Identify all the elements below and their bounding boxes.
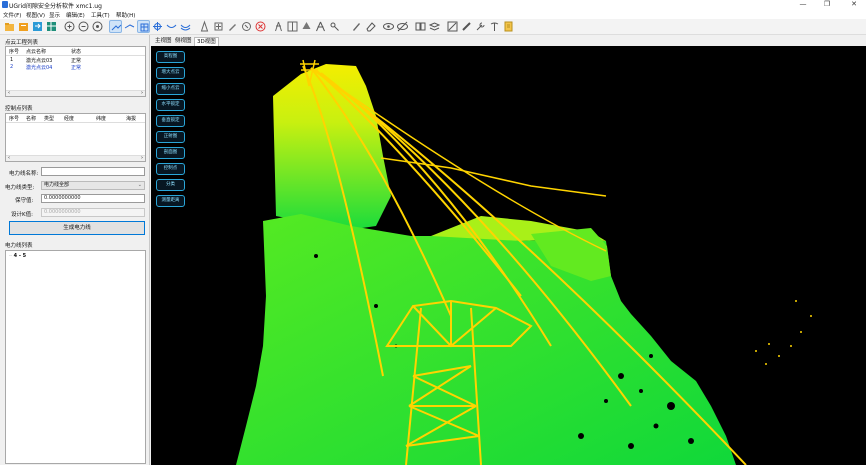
chevron-down-icon: ⌄	[137, 182, 142, 188]
open-folder-icon[interactable]	[17, 20, 30, 33]
point-cloud-table: 序号 点云名称 状态 1 激光点云03 正常 2 激光点云04 正常 ‹ ›	[5, 46, 146, 97]
tower-2-icon[interactable]	[272, 20, 285, 33]
horizontal-lock-button[interactable]: 水平锁定	[156, 99, 185, 111]
pan-icon[interactable]	[109, 20, 122, 33]
tab-side-view[interactable]: 侧视图	[173, 37, 194, 46]
split-icon[interactable]	[286, 20, 299, 33]
select-icon[interactable]	[123, 20, 136, 33]
control-point-scrollbar[interactable]: ‹ ›	[6, 155, 145, 161]
menu-display[interactable]: 显示	[49, 11, 60, 19]
enlarge-points-button[interactable]: 增大点云	[156, 67, 185, 79]
line-type-select[interactable]: 电力线全部 ⌄	[41, 181, 145, 190]
minimize-button[interactable]: —	[794, 0, 812, 10]
line-list-section-title: 电力线列表	[5, 243, 33, 249]
col-name: 点云名称	[26, 49, 47, 55]
menu-edit[interactable]: 编辑(E)	[66, 11, 85, 19]
new-project-icon[interactable]	[3, 20, 16, 33]
remove-icon[interactable]	[226, 20, 239, 33]
delete-icon[interactable]	[254, 20, 267, 33]
design-k-label: 设计K值:	[11, 212, 33, 218]
line-type-value: 电力线全部	[44, 182, 70, 188]
layers-icon[interactable]	[428, 20, 441, 33]
tower-icon[interactable]	[240, 20, 253, 33]
control-point-button[interactable]: 控制点	[156, 163, 185, 175]
box-select-icon[interactable]	[137, 20, 150, 33]
list-item[interactable]: ┄ 4 - 5	[9, 253, 26, 259]
pencil-icon[interactable]	[350, 20, 363, 33]
wrench-icon[interactable]	[474, 20, 487, 33]
orthophoto-button[interactable]: 正射图	[156, 131, 185, 143]
title-bar: UGrid间隙安全分析软件 xmc1.ug — ❐ ✕	[0, 0, 866, 10]
export-icon[interactable]	[45, 20, 58, 33]
menu-file[interactable]: 文件(F)	[3, 11, 21, 19]
menu-tools[interactable]: 工具(T)	[91, 11, 110, 19]
threshold-input[interactable]: 0.0000000000	[41, 194, 145, 203]
ruler-icon[interactable]	[460, 20, 473, 33]
draw-icon[interactable]	[212, 20, 225, 33]
line-name-label: 电力线名称:	[9, 171, 39, 177]
line-list: ┄ 4 - 5	[5, 250, 146, 464]
marker-icon[interactable]	[488, 20, 501, 33]
profile-button[interactable]: 剖面图	[156, 147, 185, 159]
tab-main-view[interactable]: 主视图	[153, 37, 174, 46]
menu-help[interactable]: 帮助(H)	[116, 11, 135, 19]
view-tabs: 主视图 侧视图 3D视图	[151, 37, 866, 46]
col-name: 名称	[26, 116, 37, 122]
line-name-input[interactable]	[41, 167, 145, 176]
tab-3d-view[interactable]: 3D视图	[194, 37, 219, 46]
classify-button[interactable]: 分类	[156, 179, 185, 191]
close-button[interactable]: ✕	[845, 0, 863, 10]
zoom-fit-icon[interactable]	[91, 20, 104, 33]
control-point-section-title: 控制点列表	[5, 106, 33, 112]
zoom-out-icon[interactable]	[77, 20, 90, 33]
generate-line-button[interactable]: 生成电力线	[9, 221, 145, 235]
table-row[interactable]: 2 激光点云04 正常	[6, 64, 145, 71]
restore-button[interactable]: ❐	[818, 0, 836, 10]
eye-icon[interactable]	[382, 20, 395, 33]
edit-icon[interactable]	[446, 20, 459, 33]
grid-icon[interactable]	[151, 20, 164, 33]
toolbar	[0, 19, 866, 35]
col-index: 序号	[9, 116, 20, 122]
shrink-points-button[interactable]: 缩小点云	[156, 83, 185, 95]
menu-bar: 文件(F) 视图(V) 显示 编辑(E) 工具(T) 帮助(H)	[0, 10, 866, 19]
eraser-icon[interactable]	[364, 20, 377, 33]
col-altitude: 海拔	[126, 116, 137, 122]
point-cloud-render	[236, 59, 812, 465]
col-status: 状态	[71, 49, 82, 55]
col-latitude: 纬度	[96, 116, 107, 122]
brush-icon[interactable]	[328, 20, 341, 33]
tree-branch-icon: ┄	[9, 253, 13, 259]
line-type-label: 电力线类型:	[5, 185, 35, 191]
pen-icon[interactable]	[314, 20, 327, 33]
measure-distance-button[interactable]: 测量距离	[156, 195, 185, 207]
control-point-table: 序号 名称 类型 经度 纬度 海拔 ‹ ›	[5, 113, 146, 162]
hide-icon[interactable]	[396, 20, 409, 33]
zoom-in-icon[interactable]	[63, 20, 76, 33]
measure-icon[interactable]	[179, 20, 192, 33]
import-icon[interactable]	[31, 20, 44, 33]
col-type: 类型	[44, 116, 55, 122]
threshold-label: 保守值:	[15, 198, 34, 204]
col-longitude: 经度	[64, 116, 75, 122]
point-cloud-scrollbar[interactable]: ‹ ›	[6, 90, 145, 96]
compare-icon[interactable]	[414, 20, 427, 33]
menu-view[interactable]: 视图(V)	[26, 11, 45, 19]
app-icon	[2, 1, 8, 8]
col-index: 序号	[9, 49, 20, 55]
window-title: UGrid间隙安全分析软件 xmc1.ug	[9, 3, 102, 10]
line-icon[interactable]	[165, 20, 178, 33]
vertical-lock-button[interactable]: 垂直锁定	[156, 115, 185, 127]
table-row[interactable]: 1 激光点云03 正常	[6, 57, 145, 64]
report-icon[interactable]	[502, 20, 515, 33]
add-point-icon[interactable]	[198, 20, 211, 33]
tree-icon[interactable]	[300, 20, 313, 33]
design-k-input: 0.0000000000	[41, 208, 145, 217]
point-cloud-section-title: 点云工程列表	[5, 40, 39, 46]
point-cloud-viewport[interactable]: 高程图 增大点云 缩小点云 水平锁定 垂直锁定 正射图 剖面图 控制点 分类 测…	[151, 46, 866, 465]
left-panel: 点云工程列表 序号 点云名称 状态 1 激光点云03 正常 2 激光点云04 正…	[0, 35, 150, 465]
elevation-map-button[interactable]: 高程图	[156, 51, 185, 63]
